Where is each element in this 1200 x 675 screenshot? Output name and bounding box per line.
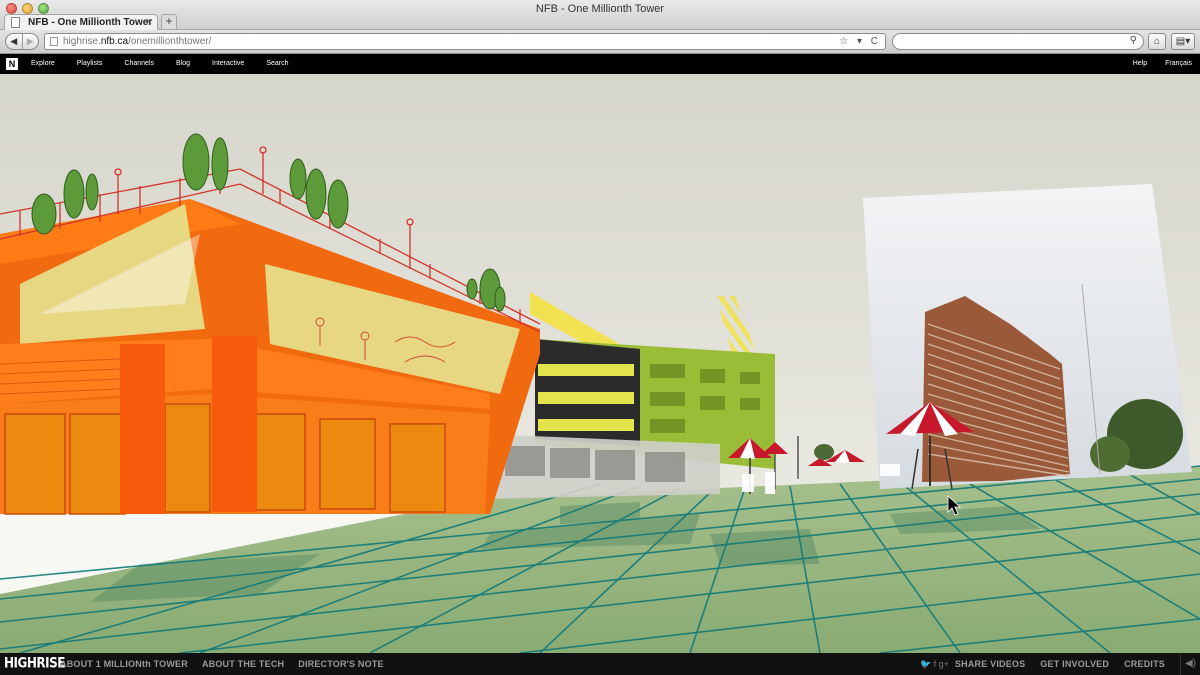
- footer-get-involved[interactable]: GET INVOLVED: [1040, 659, 1109, 669]
- site-navigation: N Explore Playlists Channels Blog Intera…: [0, 54, 1200, 74]
- nav-playlists[interactable]: Playlists: [77, 54, 103, 74]
- site-footer: HIGHRISE ABOUT 1 MILLIONth TOWER ABOUT T…: [0, 653, 1200, 675]
- search-input[interactable]: ⚲: [892, 33, 1144, 50]
- footer-links: ABOUT 1 MILLIONth TOWER ABOUT THE TECH D…: [60, 653, 398, 675]
- url-domain: nfb.ca: [100, 36, 129, 47]
- page-icon: [50, 37, 58, 46]
- nav-interactive[interactable]: Interactive: [212, 54, 244, 74]
- footer-about-tower[interactable]: ABOUT 1 MILLIONth TOWER: [60, 653, 188, 675]
- nfb-logo[interactable]: N: [6, 58, 18, 70]
- nav-help[interactable]: Help: [1133, 54, 1147, 74]
- highrise-logo[interactable]: HIGHRISE: [4, 655, 65, 671]
- back-button[interactable]: ◀: [6, 34, 22, 49]
- url-path: /onemillionthtower/: [128, 36, 212, 47]
- nav-channels[interactable]: Channels: [124, 54, 154, 74]
- nav-right-links: Help Français: [1115, 54, 1192, 74]
- nav-explore[interactable]: Explore: [31, 54, 55, 74]
- interactive-3d-scene[interactable]: [0, 74, 1200, 653]
- forward-button[interactable]: ▶: [21, 34, 39, 49]
- footer-directors-note[interactable]: DIRECTOR'S NOTE: [298, 653, 383, 675]
- footer-share-videos[interactable]: SHARE VIDEOS: [955, 659, 1025, 669]
- home-button[interactable]: ⌂: [1148, 33, 1166, 50]
- window-title: NFB - One Millionth Tower: [535, 3, 665, 15]
- nav-search[interactable]: Search: [266, 54, 288, 74]
- browser-tab[interactable]: NFB - One Millionth Tower ×: [4, 14, 158, 30]
- search-icon: ⚲: [1129, 35, 1137, 46]
- scene-canvas[interactable]: [0, 74, 1200, 653]
- nav-blog[interactable]: Blog: [176, 54, 190, 74]
- speaker-icon[interactable]: ◀): [1180, 653, 1200, 675]
- nav-francais[interactable]: Français: [1165, 54, 1192, 74]
- tab-title: NFB - One Millionth Tower: [28, 17, 153, 28]
- window-titlebar: NFB - One Millionth Tower NFB - One Mill…: [0, 0, 1200, 30]
- footer-credits[interactable]: CREDITS: [1124, 659, 1165, 669]
- bookmark-reload-icons[interactable]: ☆ ▾ C: [839, 34, 881, 49]
- address-bar[interactable]: highrise.nfb.ca/onemillionthtower/ ☆ ▾ C: [44, 33, 886, 50]
- footer-right: 🐦 f g+ SHARE VIDEOS GET INVOLVED CREDITS…: [920, 653, 1200, 675]
- social-icons[interactable]: 🐦 f g+: [920, 659, 949, 670]
- footer-about-tech[interactable]: ABOUT THE TECH: [202, 653, 284, 675]
- nav-links: Explore Playlists Channels Blog Interact…: [31, 54, 311, 74]
- browser-toolbar: ◀ ▶ highrise.nfb.ca/onemillionthtower/ ☆…: [0, 30, 1200, 54]
- tower-photo-panel: [863, 184, 1192, 489]
- tab-close-icon[interactable]: ×: [146, 16, 152, 28]
- url-host-prefix: highrise.: [63, 36, 101, 47]
- new-tab-button[interactable]: +: [161, 14, 177, 29]
- page-icon: [11, 17, 20, 28]
- bookmarks-button[interactable]: ▤▾: [1171, 33, 1195, 50]
- history-buttons: ◀ ▶: [5, 33, 39, 50]
